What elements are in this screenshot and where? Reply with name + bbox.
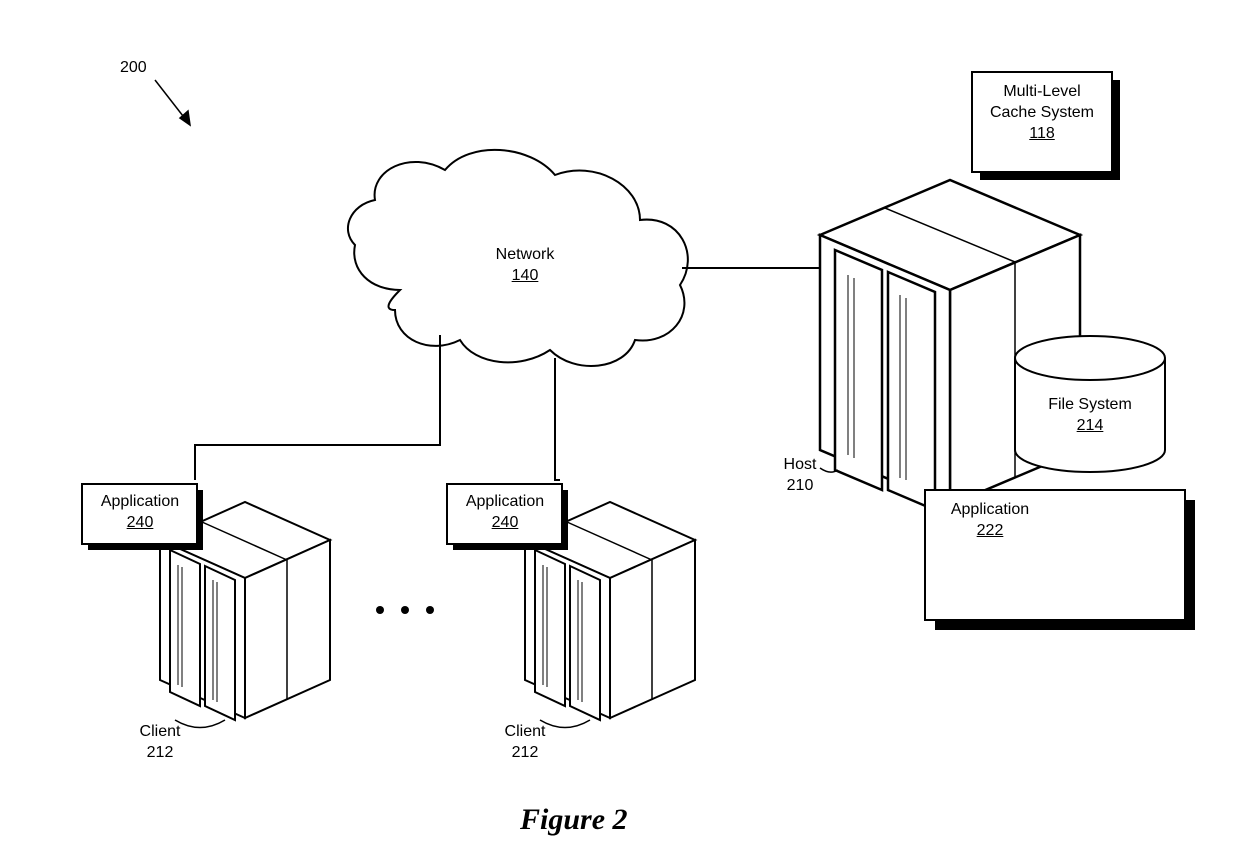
figure-number-arrow xyxy=(155,80,190,125)
client2-label: Client 212 xyxy=(490,722,560,764)
client2-app-label: Application 240 xyxy=(450,492,560,534)
host-app-label: Application 222 xyxy=(930,500,1050,542)
host-label: Host 210 xyxy=(770,455,830,497)
client1-label: Client 212 xyxy=(125,722,195,764)
ellipsis xyxy=(376,606,434,614)
figure-title: Figure 2 xyxy=(520,800,628,839)
cache-label: Multi-Level Cache System 118 xyxy=(978,82,1106,144)
figure-number: 200 xyxy=(120,58,147,79)
network-label: Network 140 xyxy=(475,245,575,287)
client1-app-label: Application 240 xyxy=(85,492,195,534)
filesystem-label: File System 214 xyxy=(1040,395,1140,437)
